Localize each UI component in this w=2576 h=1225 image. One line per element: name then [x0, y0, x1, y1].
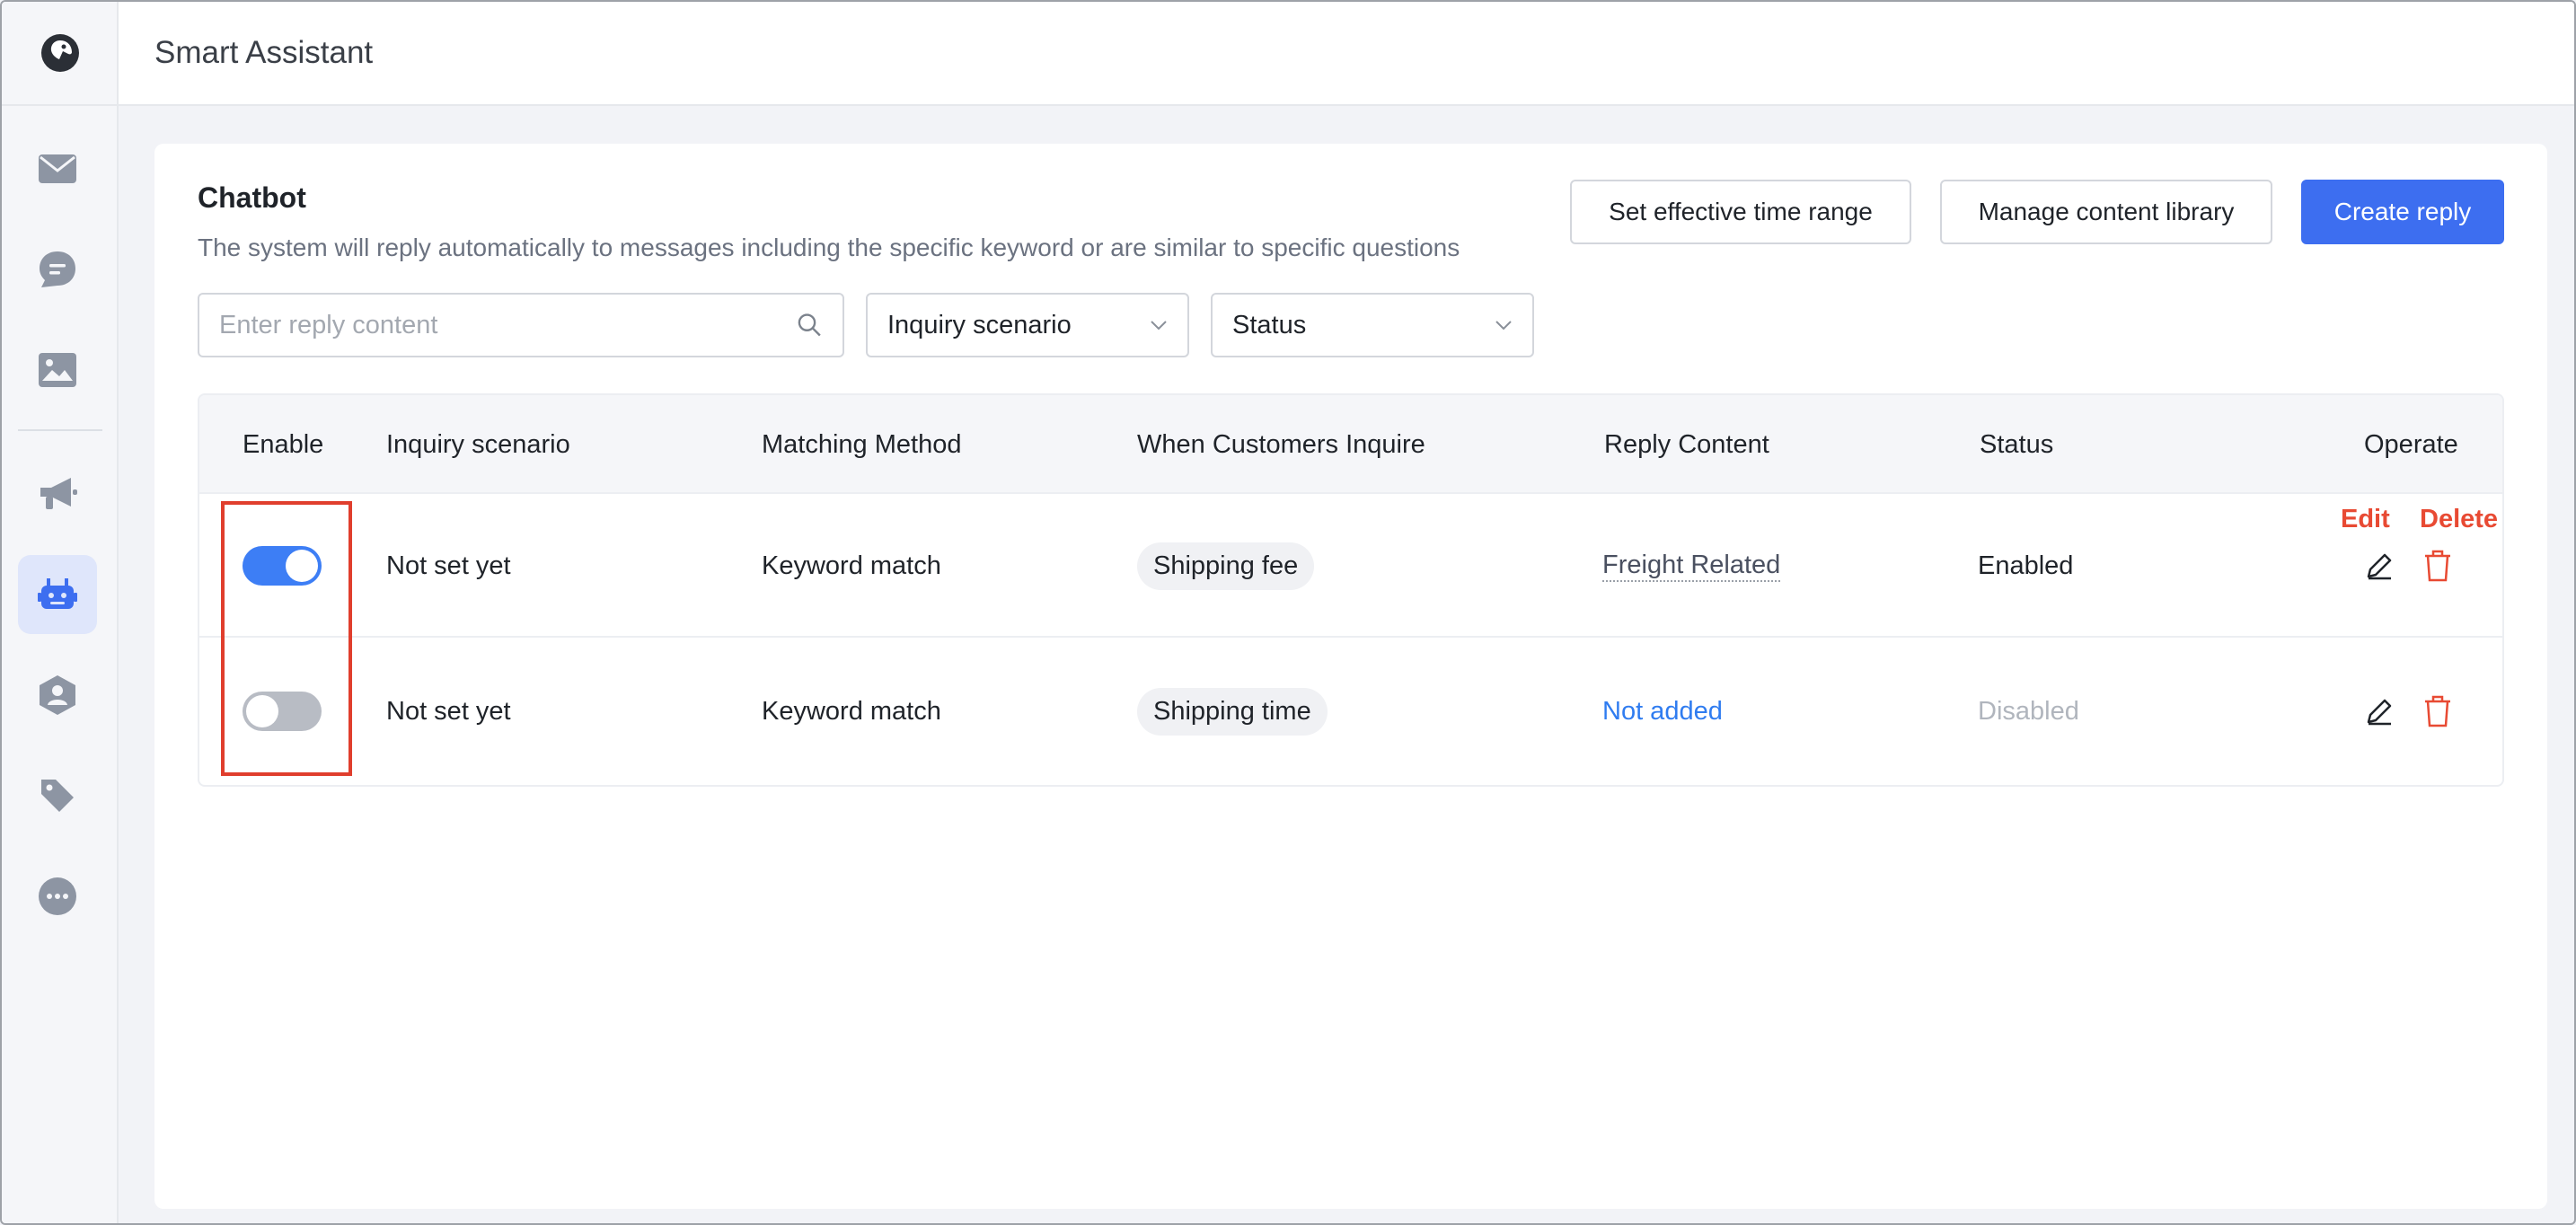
chatbot-card: Chatbot The system will reply automatica…: [154, 144, 2547, 1209]
card-title: Chatbot: [198, 181, 306, 214]
edit-button[interactable]: [2364, 639, 2395, 783]
pencil-icon: [2367, 553, 2392, 580]
table-row: Not set yet Keyword match Shipping time …: [199, 639, 2502, 783]
logo-icon[interactable]: [2, 2, 119, 106]
column-matching-method: Matching Method: [762, 429, 962, 459]
card-description: The system will reply automatically to m…: [198, 234, 1460, 261]
sidebar-divider: [18, 429, 102, 431]
delete-annotation-label: Delete: [2420, 505, 2499, 533]
column-inquiry-scenario: Inquiry scenario: [386, 429, 570, 459]
status-select[interactable]: Status: [1211, 293, 1534, 357]
column-status: Status: [1980, 429, 2054, 459]
trash-icon: [2425, 695, 2450, 727]
search-icon[interactable]: [797, 312, 823, 339]
image-icon[interactable]: [18, 330, 97, 410]
delete-button[interactable]: [2423, 639, 2452, 783]
sidebar: [2, 2, 119, 1223]
edit-annotation-label: Edit: [2341, 505, 2390, 533]
set-time-range-button[interactable]: Set effective time range: [1570, 180, 1911, 244]
matching-method-cell: Keyword match: [762, 696, 941, 726]
megaphone-icon[interactable]: [18, 454, 97, 533]
column-reply-content: Reply Content: [1604, 429, 1769, 459]
status-select-label: Status: [1232, 310, 1307, 339]
create-reply-button[interactable]: Create reply: [2301, 180, 2504, 244]
inquiry-scenario-select[interactable]: Inquiry scenario: [866, 293, 1189, 357]
inquiry-scenario-cell: Not set yet: [386, 551, 511, 580]
keyword-tag: Shipping time: [1137, 687, 1328, 736]
trash-icon: [2425, 550, 2450, 582]
reply-content-link[interactable]: Not added: [1602, 697, 1723, 727]
pencil-icon: [2367, 699, 2392, 726]
mail-icon[interactable]: [18, 129, 97, 208]
status-cell: Disabled: [1978, 696, 2079, 726]
table-header: Enable Inquiry scenario Matching Method …: [199, 395, 2502, 494]
reply-table: Enable Inquiry scenario Matching Method …: [198, 393, 2504, 787]
tag-icon[interactable]: [18, 756, 97, 835]
column-operate: Operate: [2364, 429, 2458, 459]
inquiry-scenario-cell: Not set yet: [386, 696, 511, 726]
reply-content-link[interactable]: Freight Related: [1602, 551, 1781, 582]
column-when-customers-inquire: When Customers Inquire: [1137, 429, 1425, 459]
more-icon[interactable]: [18, 857, 97, 936]
enable-column-highlight: [221, 501, 352, 776]
matching-method-cell: Keyword match: [762, 551, 941, 580]
table-row: Not set yet Keyword match Shipping fee F…: [199, 494, 2502, 638]
manage-content-library-button[interactable]: Manage content library: [1940, 180, 2272, 244]
app-window: Smart Assistant Chatbot The system will …: [0, 0, 2576, 1225]
search-field: [198, 293, 844, 357]
column-enable: Enable: [243, 429, 324, 459]
contact-icon[interactable]: [18, 656, 97, 735]
robot-icon[interactable]: [18, 555, 97, 634]
inquiry-scenario-select-label: Inquiry scenario: [887, 310, 1072, 339]
chat-icon[interactable]: [18, 230, 97, 309]
status-cell: Enabled: [1978, 551, 2074, 580]
page-title: Smart Assistant: [154, 35, 374, 70]
search-input[interactable]: [219, 310, 798, 340]
top-header: Smart Assistant: [119, 2, 2574, 106]
chevron-down-icon: [1495, 321, 1512, 330]
chevron-down-icon: [1151, 321, 1167, 330]
keyword-tag: Shipping fee: [1137, 542, 1315, 590]
